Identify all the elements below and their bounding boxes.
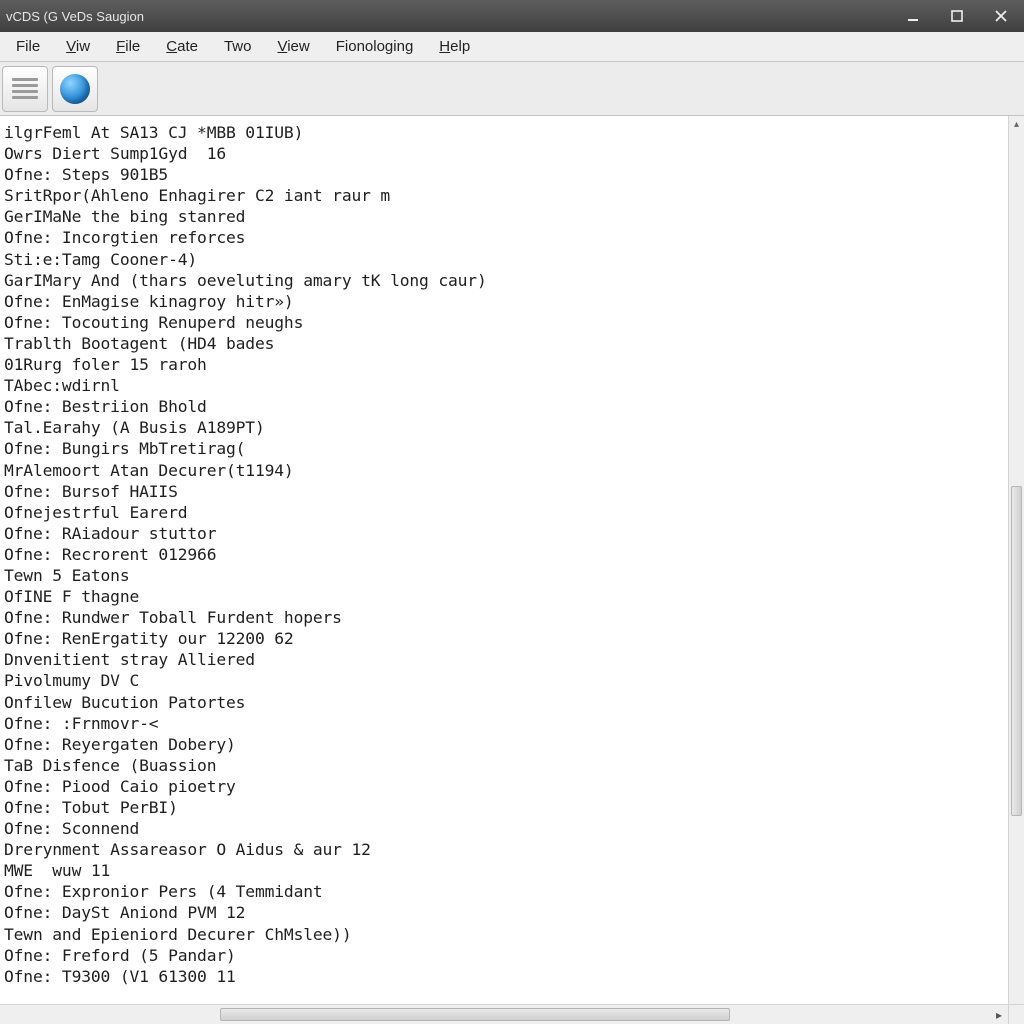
log-line: SritRpor(Ahleno Enhagirer C2 iant raur m: [4, 185, 1002, 206]
menu-cate[interactable]: Cate: [154, 34, 210, 59]
close-icon: [995, 10, 1007, 22]
menu-file-2[interactable]: File: [104, 34, 152, 59]
log-line: Dnvenitient stray Alliered: [4, 649, 1002, 670]
maximize-button[interactable]: [944, 6, 970, 26]
window-controls: [900, 6, 1020, 26]
log-line: GarIMary And (thars oeveluting amary tK …: [4, 270, 1002, 291]
log-line: Tewn and Epieniord Decurer ChMslee)): [4, 924, 1002, 945]
app-window: vCDS (G VeDs Saugion File Viw File Cate …: [0, 0, 1024, 1024]
log-line: Ofne: DaySt Aniond PVM 12: [4, 902, 1002, 923]
log-line: Ofne: Bursof HAIIS: [4, 481, 1002, 502]
log-line: Ofne: :Frnmovr-<: [4, 713, 1002, 734]
log-line: Ofnejestrful Earerd: [4, 502, 1002, 523]
log-line: Ofne: T9300 (V1 61300 11: [4, 966, 1002, 987]
menu-view[interactable]: View: [265, 34, 321, 59]
window-title: vCDS (G VeDs Saugion: [6, 9, 144, 24]
log-line: Ofne: RAiadour stuttor: [4, 523, 1002, 544]
log-viewer[interactable]: ilgrFeml At SA13 CJ *MBB 01IUB)Owrs Dier…: [0, 116, 1008, 1004]
log-line: Onfilew Bucution Patortes: [4, 692, 1002, 713]
scroll-right-icon: ▸: [990, 1005, 1008, 1024]
scroll-up-icon: ▴: [1009, 116, 1024, 132]
log-line: GerIMaNe the bing stanred: [4, 206, 1002, 227]
log-line: Pivolmumy DV C: [4, 670, 1002, 691]
menu-help[interactable]: Help: [427, 34, 482, 59]
maximize-icon: [951, 10, 963, 22]
log-line: Ofne: Rundwer Toball Furdent hopers: [4, 607, 1002, 628]
log-line: 01Rurg foler 15 raroh: [4, 354, 1002, 375]
log-line: TAbec:wdirnl: [4, 375, 1002, 396]
log-line: OfINE F thagne: [4, 586, 1002, 607]
log-line: Ofne: Reyergaten Dobery): [4, 734, 1002, 755]
log-line: Ofne: Recrorent 012966: [4, 544, 1002, 565]
close-button[interactable]: [988, 6, 1014, 26]
log-line: TaB Disfence (Buassion: [4, 755, 1002, 776]
log-line: Trablth Bootagent (HD4 bades: [4, 333, 1002, 354]
menu-file-1[interactable]: File: [4, 34, 52, 59]
log-line: Ofne: Bungirs MbTretirag(: [4, 438, 1002, 459]
minimize-button[interactable]: [900, 6, 926, 26]
titlebar: vCDS (G VeDs Saugion: [0, 0, 1024, 32]
horizontal-scroll-thumb[interactable]: [220, 1008, 730, 1021]
log-line: Ofne: Tobut PerBI): [4, 797, 1002, 818]
menu-fionologing[interactable]: Fionologing: [324, 34, 426, 59]
menu-viw[interactable]: Viw: [54, 34, 102, 59]
document-icon: [12, 78, 38, 100]
toolbar-globe-button[interactable]: [52, 66, 98, 112]
log-line: Ofne: Steps 901B5: [4, 164, 1002, 185]
content-area: ilgrFeml At SA13 CJ *MBB 01IUB)Owrs Dier…: [0, 116, 1024, 1024]
vertical-scrollbar[interactable]: ▴: [1008, 116, 1024, 1004]
menubar: File Viw File Cate Two View Fionologing …: [0, 32, 1024, 62]
log-line: Ofne: Bestriion Bhold: [4, 396, 1002, 417]
log-line: Tewn 5 Eatons: [4, 565, 1002, 586]
log-line: Ofne: Expronior Pers (4 Temmidant: [4, 881, 1002, 902]
scrollbar-corner: [1008, 1004, 1024, 1024]
toolbar-document-button[interactable]: [2, 66, 48, 112]
log-line: Ofne: Piood Caio pioetry: [4, 776, 1002, 797]
log-line: Ofne: Incorgtien reforces: [4, 227, 1002, 248]
log-line: ilgrFeml At SA13 CJ *MBB 01IUB): [4, 122, 1002, 143]
log-line: Drerynment Assareasor O Aidus & aur 12: [4, 839, 1002, 860]
globe-icon: [60, 74, 90, 104]
log-line: Ofne: Freford (5 Pandar): [4, 945, 1002, 966]
menu-two[interactable]: Two: [212, 34, 264, 59]
horizontal-scrollbar[interactable]: ▸: [0, 1004, 1008, 1024]
minimize-icon: [907, 10, 919, 22]
log-line: Owrs Diert Sump1Gyd 16: [4, 143, 1002, 164]
log-line: Ofne: Tocouting Renuperd neughs: [4, 312, 1002, 333]
log-line: Ofne: Sconnend: [4, 818, 1002, 839]
log-line: MrAlemoort Atan Decurer(t1194): [4, 460, 1002, 481]
vertical-scroll-thumb[interactable]: [1011, 486, 1022, 816]
log-line: MWE wuw 11: [4, 860, 1002, 881]
log-line: Ofne: EnMagise kinagroy hitr»): [4, 291, 1002, 312]
log-line: Ofne: RenErgatity our 12200 62: [4, 628, 1002, 649]
log-line: Sti:e:Tamg Cooner-4): [4, 249, 1002, 270]
log-line: Tal.Earahy (A Busis A189PT): [4, 417, 1002, 438]
toolbar: [0, 62, 1024, 116]
